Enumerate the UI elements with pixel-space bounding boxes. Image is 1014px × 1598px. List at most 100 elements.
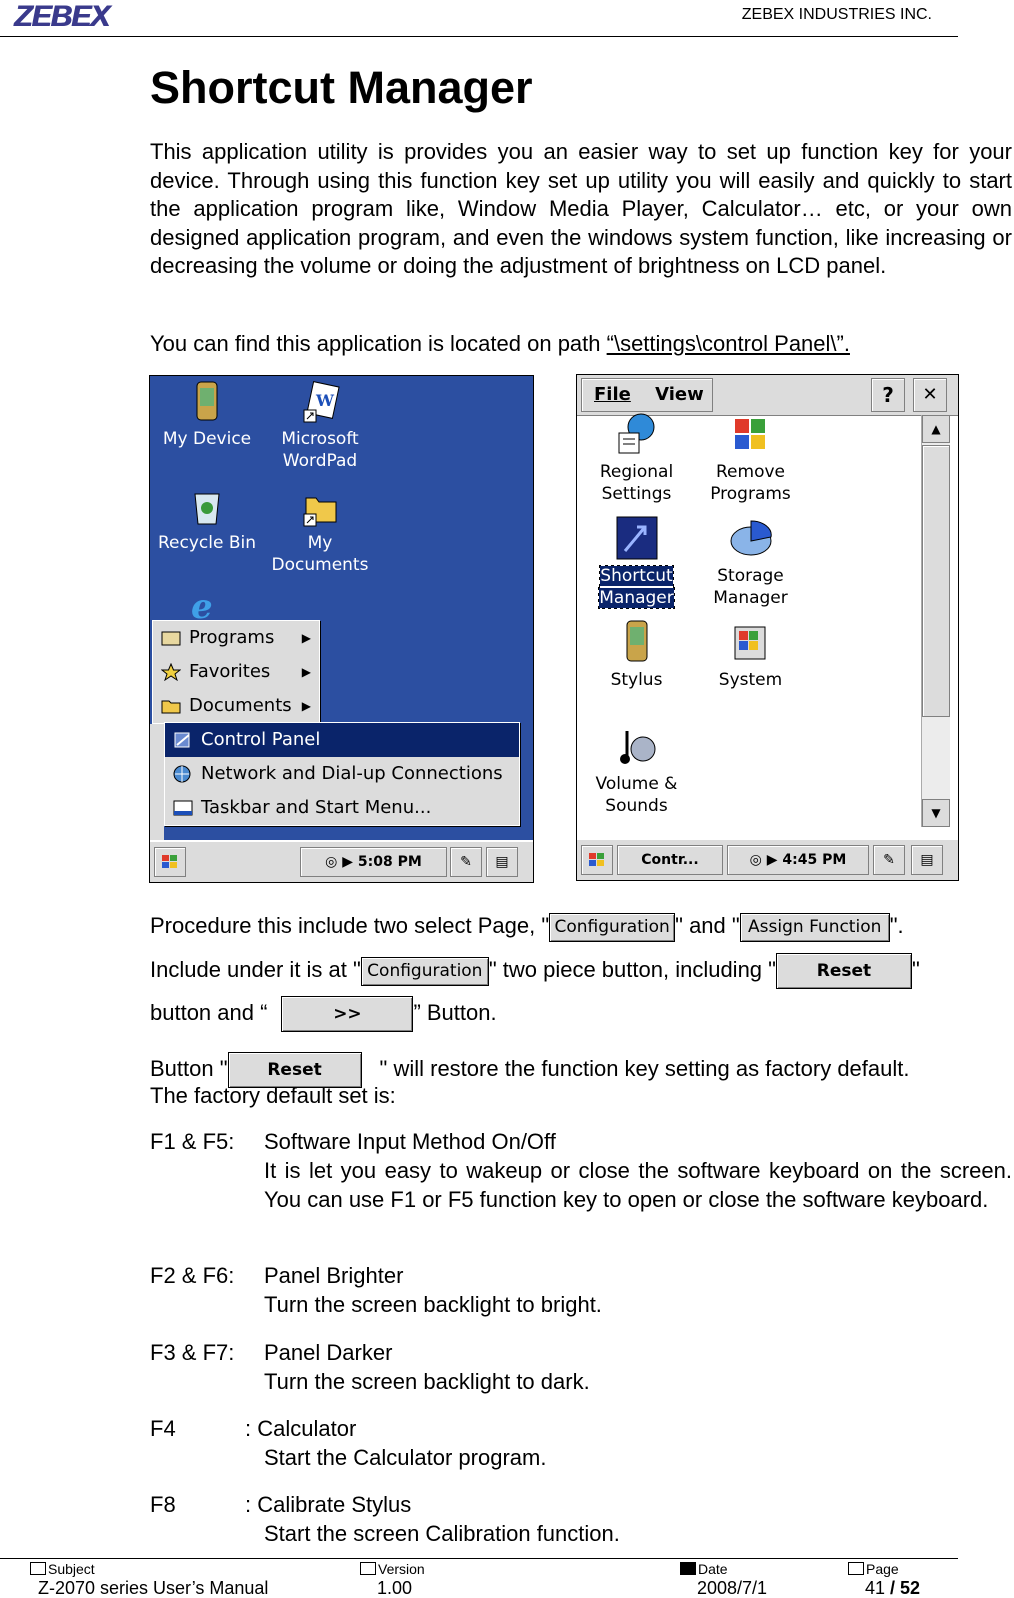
regional-settings-label: Regional Settings xyxy=(599,462,674,504)
task-button-control-panel[interactable]: Contr... xyxy=(617,845,723,875)
menu-item-favorites[interactable]: Favorites ▶ xyxy=(153,655,319,689)
company-name: ZEBEX INDUSTRIES INC. xyxy=(741,6,932,23)
start-menu: Programs ▶ Favorites ▶ Documents ▶ xyxy=(152,620,320,724)
text: " xyxy=(911,956,920,982)
programs-icon xyxy=(161,631,181,646)
menu-item-network[interactable]: Network and Dial-up Connections xyxy=(165,757,519,791)
input-panel-icon[interactable]: ✎ xyxy=(450,847,482,877)
windows-flag-icon xyxy=(162,855,177,868)
control-panel-screenshot: File View ? ✕ Regional Settings Remove P… xyxy=(576,374,959,881)
my-documents-label: My Documents xyxy=(271,533,369,575)
menu-label: Network and Dial-up Connections xyxy=(201,763,503,784)
menu-view[interactable]: View xyxy=(655,384,704,405)
input-panel-icon[interactable]: ✎ xyxy=(873,845,905,875)
function-name: Panel Brighter xyxy=(264,1263,404,1288)
shortcut-manager-icon[interactable]: Shortcut Manager xyxy=(579,515,694,609)
my-device-icon[interactable]: My Device xyxy=(152,380,262,450)
network-icon xyxy=(173,765,191,783)
menu-item-documents[interactable]: Documents ▶ xyxy=(153,689,319,723)
remove-programs-icon[interactable]: Remove Programs xyxy=(693,411,808,505)
tray-network-icon[interactable]: ◎ xyxy=(325,854,337,870)
tray-arrow-icon[interactable]: ▶ xyxy=(342,854,353,870)
control-panel-icon xyxy=(174,732,190,748)
menu-item-control-panel[interactable]: Control Panel xyxy=(165,723,519,757)
menu-label: Control Panel xyxy=(201,729,321,750)
menu-item-taskbar[interactable]: Taskbar and Start Menu... xyxy=(165,791,519,825)
text: Procedure this include two select Page, … xyxy=(150,913,550,938)
system-label: System xyxy=(718,670,783,690)
volume-sounds-icon[interactable]: Volume & Sounds xyxy=(579,723,694,817)
document-icon xyxy=(360,1562,376,1575)
menu-item-programs[interactable]: Programs ▶ xyxy=(153,621,319,655)
function-description: Turn the screen backlight to dark. xyxy=(264,1369,590,1394)
start-button[interactable] xyxy=(581,845,613,875)
footer-subject: Z-2070 series User’s Manual xyxy=(38,1578,269,1598)
task-label: Contr... xyxy=(641,852,699,868)
taskbar-icon xyxy=(173,800,193,816)
page-separator: / xyxy=(885,1578,901,1598)
internet-explorer-icon[interactable]: e xyxy=(185,586,225,627)
book-icon xyxy=(848,1562,864,1575)
text: " and " xyxy=(675,913,740,938)
function-description: Start the screen Calibration function. xyxy=(264,1521,620,1546)
desktop-switch-icon[interactable]: ▤ xyxy=(486,847,518,877)
my-documents-icon[interactable]: My Documents xyxy=(266,484,374,576)
menu-side-strip xyxy=(150,724,164,842)
menu-label: Programs xyxy=(189,627,275,648)
reset-button-image: Reset xyxy=(775,953,912,989)
scroll-thumb[interactable] xyxy=(922,445,950,717)
vertical-scrollbar[interactable]: ▲ ▼ xyxy=(921,415,950,827)
tray-network-icon[interactable]: ◎ xyxy=(750,852,762,868)
wordpad-icon[interactable]: W Microsoft WordPad xyxy=(266,380,374,472)
help-button[interactable]: ? xyxy=(871,378,905,412)
my-device-label: My Device xyxy=(162,429,252,449)
scroll-up-icon[interactable]: ▲ xyxy=(922,415,950,443)
function-name: : Calculator xyxy=(245,1416,357,1441)
clock: 4:45 PM xyxy=(782,852,847,868)
close-button[interactable]: ✕ xyxy=(913,378,947,412)
assign-function-tab-image: Assign Function xyxy=(739,912,890,942)
menu-container: File View xyxy=(581,378,713,412)
calendar-icon xyxy=(680,1562,696,1575)
scroll-down-icon[interactable]: ▼ xyxy=(922,799,950,827)
text: " will restore the function key setting … xyxy=(379,1055,910,1081)
next-button-image: >> xyxy=(281,996,414,1032)
storage-manager-icon[interactable]: Storage Manager xyxy=(693,515,808,609)
text: " two piece button, including " xyxy=(488,956,776,982)
menu-bar: File View ? ✕ xyxy=(577,375,958,416)
recycle-bin-icon[interactable]: Recycle Bin xyxy=(152,484,262,554)
label: Page xyxy=(866,1561,899,1577)
factory-default-line: The factory default set is: xyxy=(150,1083,396,1108)
start-button[interactable] xyxy=(154,847,186,877)
label: Version xyxy=(378,1561,425,1577)
regional-settings-icon[interactable]: Regional Settings xyxy=(579,411,694,505)
function-key: F8 xyxy=(150,1492,176,1517)
function-name: : Calibrate Stylus xyxy=(245,1492,412,1517)
stylus-icon[interactable]: Stylus xyxy=(579,619,694,691)
tray-arrow-icon[interactable]: ▶ xyxy=(767,852,778,868)
menu-label: Favorites xyxy=(189,661,271,682)
menu-file[interactable]: File xyxy=(594,384,631,405)
configuration-tab-image: Configuration xyxy=(360,956,489,986)
menu-label: Taskbar and Start Menu... xyxy=(201,797,432,818)
label: Date xyxy=(698,1561,728,1577)
footer-date-label: Date xyxy=(680,1561,728,1577)
desktop-switch-icon[interactable]: ▤ xyxy=(911,845,943,875)
function-name: Panel Darker xyxy=(264,1340,393,1365)
function-description: Start the Calculator program. xyxy=(264,1445,547,1470)
text: Button " xyxy=(150,1055,228,1081)
label: Subject xyxy=(48,1561,95,1577)
function-description: It is let you easy to wakeup or close th… xyxy=(264,1158,1012,1212)
system-icon[interactable]: System xyxy=(693,619,808,691)
function-key: F4 xyxy=(150,1416,176,1441)
footer-subject-label: Subject xyxy=(30,1561,95,1577)
storage-manager-label: Storage Manager xyxy=(713,566,788,608)
function-description: Turn the screen backlight to bright. xyxy=(264,1292,602,1317)
page-total: 52 xyxy=(900,1578,921,1598)
folder-icon xyxy=(30,1562,46,1575)
page-number: 41 xyxy=(865,1578,886,1598)
submenu-arrow-icon: ▶ xyxy=(301,699,311,713)
volume-sounds-label: Volume & Sounds xyxy=(595,774,678,816)
svg-text:W: W xyxy=(315,391,335,410)
wordpad-label: Microsoft WordPad xyxy=(281,429,359,471)
